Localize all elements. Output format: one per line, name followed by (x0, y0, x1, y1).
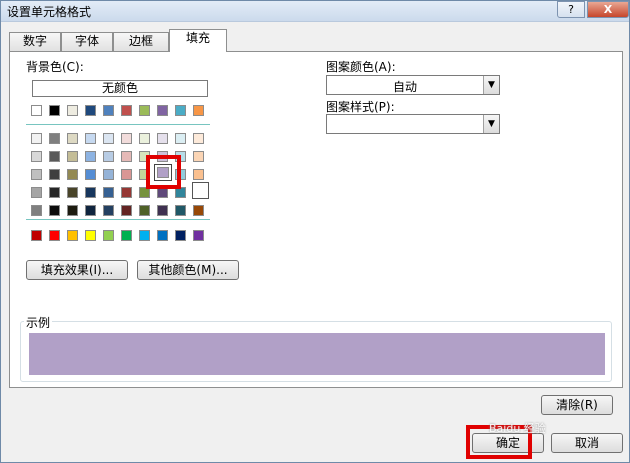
color-swatch[interactable] (193, 105, 204, 116)
color-swatch[interactable] (157, 133, 168, 144)
color-swatch[interactable] (175, 230, 186, 241)
cancel-button[interactable]: 取消 (551, 433, 623, 453)
color-swatch[interactable] (103, 187, 114, 198)
color-swatch[interactable] (157, 230, 168, 241)
color-swatch[interactable] (31, 205, 42, 216)
pattern-color-label: 图案颜色(A): (326, 60, 396, 74)
color-swatch[interactable] (139, 133, 150, 144)
chevron-down-icon[interactable]: ▼ (483, 76, 499, 94)
color-swatch[interactable] (85, 205, 96, 216)
color-swatch[interactable] (31, 187, 42, 198)
color-swatch[interactable] (85, 133, 96, 144)
color-swatch[interactable] (49, 205, 60, 216)
color-swatch[interactable] (193, 205, 204, 216)
color-swatch[interactable] (121, 169, 132, 180)
color-swatch[interactable] (67, 151, 78, 162)
color-swatch[interactable] (121, 187, 132, 198)
color-swatch[interactable] (175, 133, 186, 144)
chevron-down-icon[interactable]: ▼ (483, 115, 499, 133)
palette-divider (26, 124, 210, 125)
selected-swatch[interactable] (154, 164, 172, 181)
color-swatch[interactable] (193, 133, 204, 144)
color-swatch[interactable] (139, 230, 150, 241)
color-swatch[interactable] (193, 151, 204, 162)
color-swatch[interactable] (103, 133, 114, 144)
pattern-style-label: 图案样式(P): (326, 100, 395, 114)
close-button[interactable]: X (587, 1, 629, 18)
color-swatch[interactable] (103, 169, 114, 180)
no-color-button[interactable]: 无颜色 (32, 80, 208, 97)
color-swatch[interactable] (193, 230, 204, 241)
color-swatch[interactable] (121, 105, 132, 116)
sample-label: 示例 (24, 314, 53, 331)
color-swatch[interactable] (49, 169, 60, 180)
help-button[interactable]: ? (557, 1, 585, 18)
color-swatch[interactable] (31, 105, 42, 116)
color-swatch[interactable] (49, 230, 60, 241)
fill-panel: 背景色(C): 无颜色 填充效果(I)... 其他颜色(M)... 图案颜色(A… (9, 51, 623, 388)
color-swatch[interactable] (67, 133, 78, 144)
color-swatch[interactable] (67, 205, 78, 216)
color-swatch[interactable] (67, 187, 78, 198)
color-swatch[interactable] (157, 105, 168, 116)
selected-swatch-color (157, 167, 169, 178)
color-swatch[interactable] (121, 230, 132, 241)
color-swatch[interactable] (31, 169, 42, 180)
fill-effects-button[interactable]: 填充效果(I)... (26, 260, 128, 280)
tab-number[interactable]: 数字 (9, 32, 61, 51)
color-swatch[interactable] (31, 230, 42, 241)
tab-fill[interactable]: 填充 (169, 29, 227, 52)
format-cells-dialog: 设置单元格格式 ? X 数字 字体 边框 填充 背景色(C): 无颜色 填充效果… (0, 0, 630, 463)
color-swatch[interactable] (49, 105, 60, 116)
color-swatch[interactable] (121, 205, 132, 216)
tab-border[interactable]: 边框 (113, 32, 169, 51)
color-swatch[interactable] (49, 187, 60, 198)
dialog-title: 设置单元格格式 (7, 5, 92, 19)
color-swatch[interactable] (103, 105, 114, 116)
sample-preview (29, 333, 605, 375)
watermark: Baidu 经验 (489, 422, 546, 435)
pattern-color-value: 自动 (392, 80, 417, 94)
tab-font[interactable]: 字体 (61, 32, 113, 51)
color-swatch[interactable] (157, 205, 168, 216)
color-swatch[interactable] (175, 205, 186, 216)
color-swatch[interactable] (103, 151, 114, 162)
clear-button[interactable]: 清除(R) (541, 395, 613, 415)
color-swatch[interactable] (121, 133, 132, 144)
color-swatch[interactable] (193, 169, 204, 180)
more-colors-button[interactable]: 其他颜色(M)... (137, 260, 239, 280)
color-swatch[interactable] (67, 230, 78, 241)
title-bar: 设置单元格格式 ? X (1, 1, 629, 22)
background-color-label: 背景色(C): (26, 60, 84, 74)
color-swatch[interactable] (139, 205, 150, 216)
palette-divider (26, 219, 210, 220)
color-swatch[interactable] (49, 151, 60, 162)
color-swatch[interactable] (85, 230, 96, 241)
color-swatch[interactable] (67, 105, 78, 116)
color-swatch[interactable] (103, 205, 114, 216)
color-swatch[interactable] (175, 105, 186, 116)
color-swatch[interactable] (49, 133, 60, 144)
color-swatch[interactable] (121, 151, 132, 162)
color-swatch[interactable] (85, 169, 96, 180)
color-swatch[interactable] (31, 151, 42, 162)
color-swatch[interactable] (85, 187, 96, 198)
color-swatch[interactable] (31, 133, 42, 144)
color-swatch[interactable] (85, 151, 96, 162)
pattern-color-select[interactable]: 自动 ▼ (326, 75, 500, 95)
color-swatch[interactable] (103, 230, 114, 241)
color-swatch[interactable] (139, 105, 150, 116)
swatch-hover-frame (192, 182, 209, 199)
color-swatch[interactable] (67, 169, 78, 180)
color-swatch[interactable] (85, 105, 96, 116)
pattern-style-select[interactable]: ▼ (326, 114, 500, 134)
